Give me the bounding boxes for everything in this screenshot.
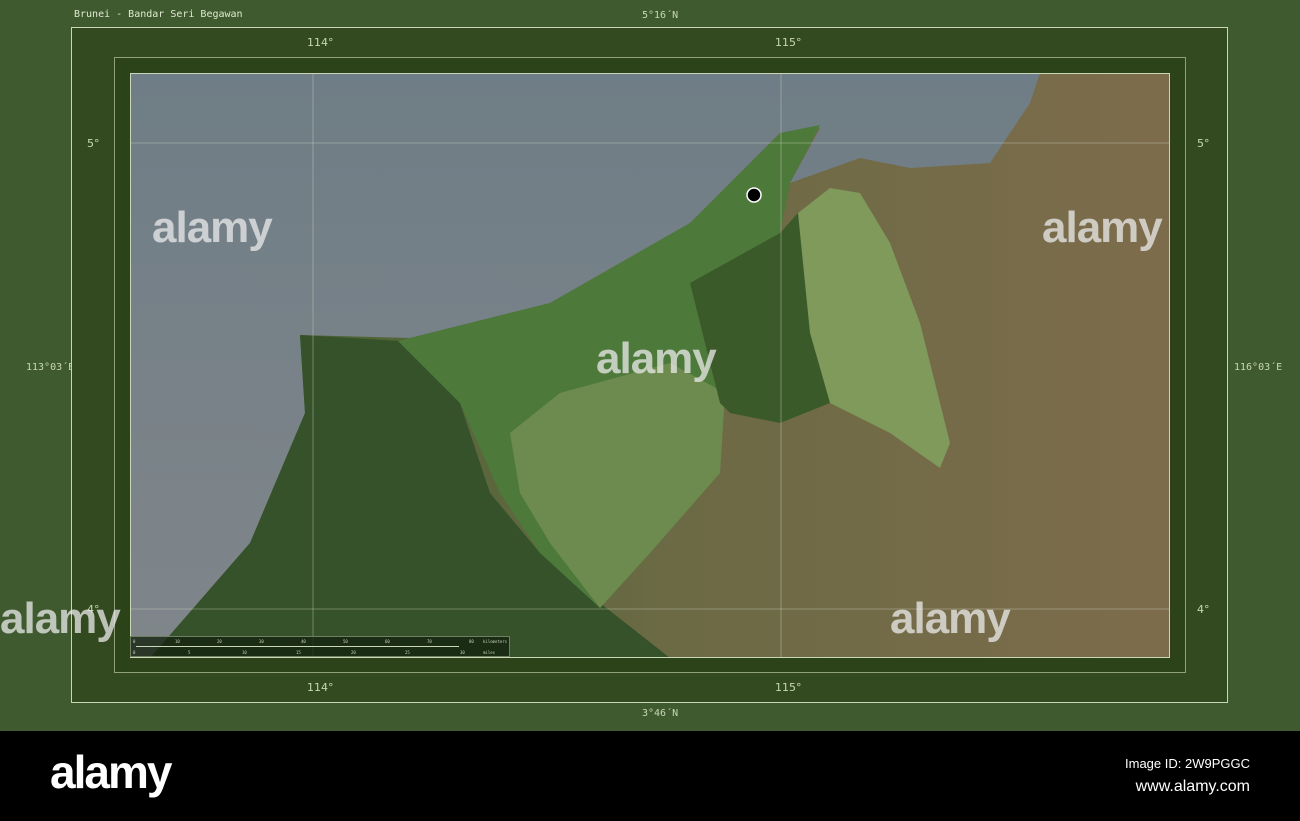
lat-bottom-label: 3°46´N xyxy=(642,708,679,719)
watermark: alamy xyxy=(1042,203,1163,252)
scale-mi-5: 5 xyxy=(188,650,191,655)
scale-km-40: 40 xyxy=(301,639,306,644)
scale-mi-10: 10 xyxy=(242,650,247,655)
watermark: alamy xyxy=(890,594,1011,643)
image-id: Image ID: 2W9PGGC xyxy=(1125,756,1250,771)
map-title: Brunei - Bandar Seri Begawan xyxy=(74,9,243,20)
scale-mi-15: 15 xyxy=(296,650,301,655)
footer-url[interactable]: www.alamy.com xyxy=(1136,778,1250,796)
lon-label-115-bottom: 115° xyxy=(775,681,802,694)
scale-mi-25: 25 xyxy=(405,650,410,655)
scale-mi-0: 0 xyxy=(133,650,136,655)
lon-label-114-bottom: 114° xyxy=(307,681,334,694)
scale-km-10: 10 xyxy=(175,639,180,644)
scale-km-0: 0 xyxy=(133,639,136,644)
scale-km-80: 80 xyxy=(469,639,474,644)
lon-label-114-top: 114° xyxy=(307,36,334,49)
scale-mi-20: 20 xyxy=(351,650,356,655)
watermark: alamy xyxy=(0,594,121,643)
scale-km-unit: kilometers xyxy=(483,639,508,644)
scale-km-20: 20 xyxy=(217,639,222,644)
scale-km-30: 30 xyxy=(259,639,264,644)
lon-right-label: 116°03´E xyxy=(1234,362,1283,373)
lon-label-115-top: 115° xyxy=(775,36,802,49)
lat-top-label: 5°16´N xyxy=(642,10,679,21)
scale-mi-unit: miles xyxy=(483,650,496,655)
lon-left-label: 113°03´E xyxy=(26,362,75,373)
scale-bar: 0 10 20 30 40 50 60 70 80 kilometers 0 5… xyxy=(130,636,510,657)
scale-km-70: 70 xyxy=(427,639,432,644)
watermark: alamy xyxy=(152,203,273,252)
lat-label-5-left: 5° xyxy=(87,137,100,150)
scale-mi-30: 30 xyxy=(460,650,465,655)
lat-label-4-right: 4° xyxy=(1197,603,1210,616)
scale-km-60: 60 xyxy=(385,639,390,644)
footer-bar: alamy Image ID: 2W9PGGC www.alamy.com xyxy=(0,731,1300,821)
lat-label-5-right: 5° xyxy=(1197,137,1210,150)
watermark: alamy xyxy=(596,334,717,383)
footer-logo: alamy xyxy=(50,746,172,798)
scale-km-50: 50 xyxy=(343,639,348,644)
